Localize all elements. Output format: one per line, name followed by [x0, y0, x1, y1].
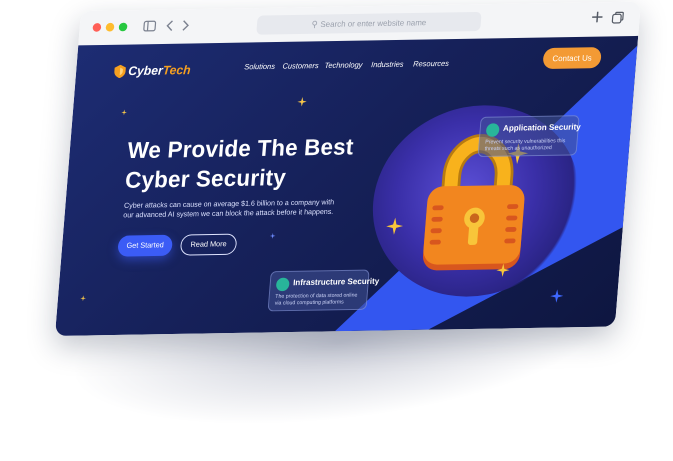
read-more-button[interactable]: Read More: [179, 233, 238, 256]
chevron-left-icon[interactable]: [165, 18, 176, 35]
plus-icon[interactable]: [591, 9, 605, 26]
nav-item-resources[interactable]: Resources: [413, 59, 449, 68]
address-bar[interactable]: ⚲ Search or enter website name: [256, 11, 482, 35]
chevron-right-icon[interactable]: [180, 18, 191, 35]
hero-title-line2: Cyber Security: [124, 165, 287, 194]
sparkle-icon: [80, 295, 86, 302]
nav-item-customers[interactable]: Customers: [282, 61, 319, 70]
tabs-icon[interactable]: [611, 10, 625, 27]
nav-item-solutions[interactable]: Solutions: [244, 62, 275, 71]
browser-window: ⚲ Search or enter website name CyberTech …: [54, 1, 641, 337]
maximize-window-button[interactable]: [118, 22, 128, 32]
lock-card-icon: [485, 123, 500, 137]
sparkle-icon: [550, 289, 564, 303]
sidebar-icon[interactable]: [142, 18, 157, 35]
sparkle-icon: [269, 233, 276, 239]
minimize-window-button[interactable]: [105, 22, 115, 32]
sparkle-icon: [386, 217, 404, 235]
application-security-card[interactable]: Application Security Prevent security vu…: [477, 115, 582, 158]
hero-description: Cyber attacks can cause on average $1.6 …: [123, 197, 335, 220]
shield-logo-icon: [114, 64, 126, 79]
get-started-button[interactable]: Get Started: [117, 234, 174, 257]
hero-title-line1: We Provide The Best: [126, 134, 355, 164]
nav-item-industries[interactable]: Industries: [371, 60, 404, 69]
website-viewport: CyberTech Solutions Customers Technology…: [54, 35, 639, 337]
sparkle-icon: [496, 263, 510, 277]
logo-text-primary: Cyber: [127, 63, 164, 78]
logo-text-accent: Tech: [162, 62, 192, 78]
infrastructure-security-card[interactable]: Infrastructure Security The protection o…: [267, 269, 380, 312]
sparkle-icon: [121, 109, 127, 116]
logo[interactable]: CyberTech: [113, 62, 198, 81]
sparkle-icon: [297, 96, 307, 107]
cloud-card-icon: [275, 277, 290, 292]
address-placeholder: Search or enter website name: [320, 17, 427, 29]
nav-item-technology[interactable]: Technology: [324, 61, 363, 70]
search-icon: ⚲: [311, 19, 319, 30]
infrastructure-security-description: The protection of data stored online via…: [274, 292, 358, 307]
close-window-button[interactable]: [92, 23, 102, 32]
hero-title: We Provide The Best Cyber Security: [124, 132, 355, 195]
application-security-title: Application Security: [502, 121, 582, 133]
infrastructure-security-title: Infrastructure Security: [292, 276, 380, 288]
application-security-description: Prevent security vulnerabilities this th…: [484, 138, 566, 153]
contact-us-button[interactable]: Contact Us: [542, 47, 602, 70]
